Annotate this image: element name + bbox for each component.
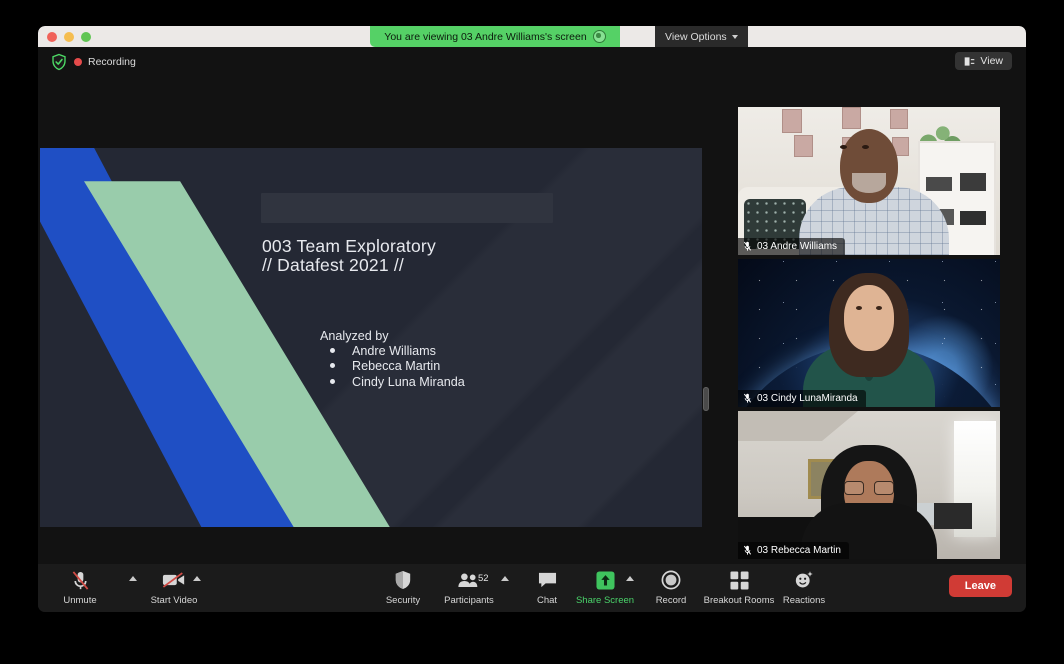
wall-photo bbox=[890, 109, 908, 129]
panel-divider-handle[interactable] bbox=[703, 387, 709, 411]
participant-tile-andre-williams[interactable]: 03 Andre Williams bbox=[738, 107, 1000, 255]
bullet-icon bbox=[330, 348, 335, 353]
list-item: Cindy Luna Miranda bbox=[320, 375, 465, 390]
viewing-screen-text: You are viewing 03 Andre Williams's scre… bbox=[384, 30, 587, 43]
share-screen-icon bbox=[595, 569, 615, 591]
participant-name: 03 Andre Williams bbox=[757, 241, 838, 252]
view-layout-button[interactable]: View bbox=[955, 52, 1012, 70]
reactions-button[interactable]: Reactions bbox=[767, 569, 841, 606]
video-frame bbox=[738, 411, 1000, 559]
close-button-icon[interactable] bbox=[47, 32, 57, 42]
viewing-screen-banner: You are viewing 03 Andre Williams's scre… bbox=[370, 26, 620, 47]
wall-photo bbox=[842, 107, 861, 129]
participant-name: 03 Rebecca Martin bbox=[757, 545, 841, 556]
slide-title: 003 Team Exploratory // Datafest 2021 // bbox=[262, 236, 436, 275]
traffic-lights bbox=[47, 32, 91, 42]
participant-name-badge: 03 Cindy LunaMiranda bbox=[738, 390, 866, 407]
recording-label: Recording bbox=[88, 56, 136, 68]
video-frame bbox=[738, 259, 1000, 407]
recording-dot-icon bbox=[74, 58, 82, 66]
breakout-rooms-label: Breakout Rooms bbox=[703, 595, 775, 606]
author-name: Andre Williams bbox=[352, 344, 436, 358]
shield-icon bbox=[394, 569, 412, 591]
zoom-window: You are viewing 03 Andre Williams's scre… bbox=[38, 26, 1026, 612]
ceiling bbox=[738, 411, 858, 441]
mic-off-icon bbox=[743, 545, 752, 555]
slide-placeholder-bar bbox=[261, 193, 553, 223]
meeting-topbar: Recording View bbox=[38, 47, 1026, 77]
view-options-button[interactable]: View Options bbox=[655, 26, 748, 47]
person-eye bbox=[856, 306, 862, 310]
screenshot-root: You are viewing 03 Andre Williams's scre… bbox=[0, 0, 1064, 664]
chevron-down-icon bbox=[731, 35, 738, 39]
chat-bubble-icon bbox=[537, 569, 558, 591]
participant-tile-cindy-lunamiranda[interactable]: 03 Cindy LunaMiranda bbox=[738, 259, 1000, 407]
bullet-icon bbox=[330, 378, 335, 384]
person-eye bbox=[840, 145, 847, 149]
video-frame bbox=[738, 107, 1000, 255]
start-video-label: Start Video bbox=[150, 595, 198, 606]
view-options-label: View Options bbox=[665, 30, 727, 43]
grid-squares-icon bbox=[729, 569, 749, 591]
person-eye bbox=[862, 145, 869, 149]
share-screen-button[interactable]: Share Screen bbox=[568, 569, 642, 606]
meeting-toolbar: Unmute Start Video Security Participants… bbox=[38, 564, 1026, 612]
record-circle-icon bbox=[592, 30, 606, 43]
participant-name: 03 Cindy LunaMiranda bbox=[757, 393, 858, 404]
share-options-caret-icon[interactable] bbox=[626, 576, 634, 581]
security-button[interactable]: Security bbox=[366, 569, 440, 606]
video-options-caret-icon[interactable] bbox=[193, 576, 201, 581]
analyzed-by-label: Analyzed by bbox=[320, 329, 389, 343]
participants-label: Participants bbox=[444, 595, 494, 606]
list-item: Andre Williams bbox=[320, 344, 465, 359]
author-list: Andre Williams Rebecca Martin Cindy Luna… bbox=[320, 344, 465, 390]
desk-object bbox=[934, 503, 972, 529]
author-name: Rebecca Martin bbox=[352, 359, 441, 374]
record-label: Record bbox=[655, 595, 687, 606]
minimize-button-icon[interactable] bbox=[64, 32, 74, 42]
view-button-label: View bbox=[980, 55, 1003, 67]
presentation-slide: 003 Team Exploratory // Datafest 2021 //… bbox=[40, 148, 702, 527]
shield-check-icon[interactable] bbox=[50, 53, 68, 71]
video-off-icon bbox=[162, 569, 186, 591]
participant-tile-rebecca-martin[interactable]: 03 Rebecca Martin bbox=[738, 411, 1000, 559]
layout-view-icon bbox=[965, 56, 975, 66]
author-name: Cindy Luna Miranda bbox=[352, 374, 465, 389]
eyeglasses bbox=[844, 481, 894, 495]
mic-off-icon bbox=[71, 569, 90, 591]
audio-options-caret-icon[interactable] bbox=[129, 576, 137, 581]
wall-photo bbox=[782, 109, 802, 133]
list-item: Rebecca Martin bbox=[320, 359, 465, 374]
person-beard bbox=[852, 173, 886, 193]
leave-button[interactable]: Leave bbox=[948, 575, 1012, 597]
participant-name-badge: 03 Andre Williams bbox=[738, 238, 846, 255]
reactions-label: Reactions bbox=[782, 595, 826, 606]
meeting-body: Recording View 003 Team Exploratory // D… bbox=[38, 47, 1026, 612]
wall-photo bbox=[794, 135, 813, 157]
smiley-sparkle-icon bbox=[794, 569, 814, 591]
participants-button[interactable]: Participants bbox=[432, 569, 506, 606]
person-eye bbox=[876, 306, 882, 310]
recording-indicator: Recording bbox=[74, 53, 136, 71]
participant-name-badge: 03 Rebecca Martin bbox=[738, 542, 849, 559]
zoom-button-icon[interactable] bbox=[81, 32, 91, 42]
person-face bbox=[844, 285, 894, 351]
shared-screen-area[interactable]: 003 Team Exploratory // Datafest 2021 //… bbox=[40, 119, 709, 542]
analyzed-by-block: Analyzed by Andre Williams Rebecca Marti… bbox=[320, 329, 465, 390]
bullet-icon bbox=[330, 363, 335, 369]
mic-off-icon bbox=[743, 241, 752, 251]
participants-caret-icon[interactable] bbox=[501, 576, 509, 581]
participants-count: 52 bbox=[478, 573, 489, 584]
unmute-button[interactable]: Unmute bbox=[43, 569, 117, 606]
record-icon bbox=[661, 569, 681, 591]
unmute-label: Unmute bbox=[63, 595, 97, 606]
chat-label: Chat bbox=[536, 595, 558, 606]
security-label: Security bbox=[385, 595, 421, 606]
mic-off-icon bbox=[743, 393, 752, 403]
share-screen-label: Share Screen bbox=[575, 595, 635, 606]
participant-thumbnail-strip: 03 Andre Williams 03 Cindy LunaMiranda 0… bbox=[738, 107, 1000, 563]
start-video-button[interactable]: Start Video bbox=[137, 569, 211, 606]
